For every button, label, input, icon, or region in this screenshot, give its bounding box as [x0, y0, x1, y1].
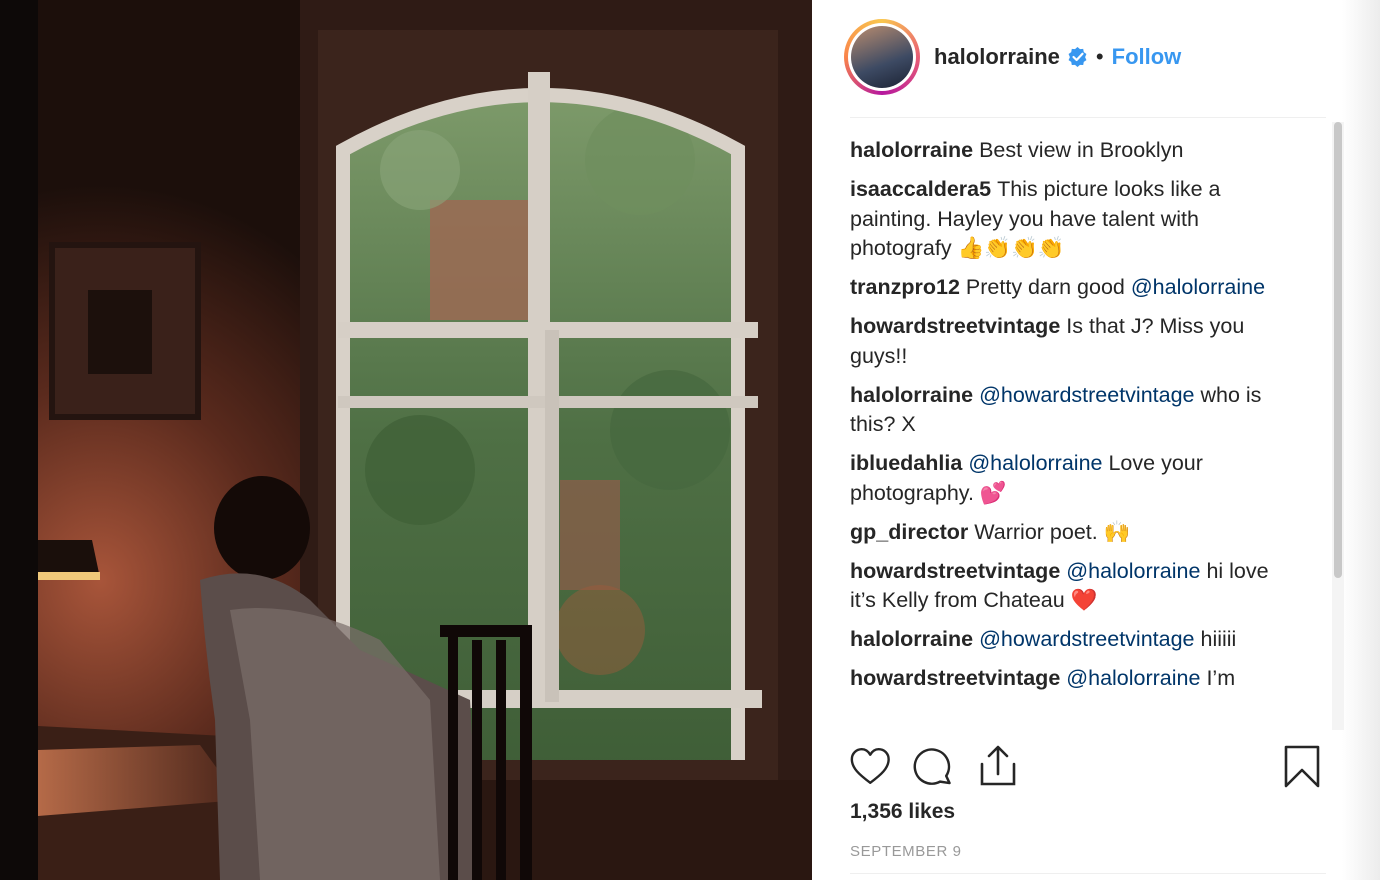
footer-divider — [850, 873, 1326, 874]
comment-username-link[interactable]: isaaccaldera5 — [850, 177, 991, 201]
comment-item: halolorraine @howardstreetvintage who is … — [850, 381, 1290, 440]
follow-button[interactable]: Follow — [1112, 44, 1182, 70]
story-ring[interactable] — [844, 19, 920, 95]
post-date[interactable]: SEPTEMBER 9 — [850, 843, 962, 860]
comment-item: tranzpro12 Pretty darn good @halolorraine — [850, 273, 1290, 303]
comment-username-link[interactable]: halolorraine — [850, 138, 973, 162]
comment-text: Pretty darn good — [965, 275, 1131, 299]
comment-item: howardstreetvintage @halolorraine I’m — [850, 664, 1290, 694]
post-photo-image — [0, 0, 812, 880]
heart-icon[interactable] — [850, 742, 894, 790]
comment-item: isaaccaldera5 This picture looks like a p… — [850, 175, 1290, 264]
comment-item: gp_director Warrior poet. 🙌 — [850, 518, 1290, 548]
post-header: halolorraine • Follow — [844, 18, 1314, 96]
header-divider — [850, 117, 1326, 118]
avatar[interactable] — [851, 26, 913, 88]
comment-mention-link[interactable]: @halolorraine — [1131, 275, 1265, 299]
comment-mention-link[interactable]: @howardstreetvintage — [979, 383, 1194, 407]
bookmark-icon[interactable] — [1280, 742, 1324, 790]
comment-mention-link[interactable]: @halolorraine — [1066, 559, 1200, 583]
comment-text: Best view in Brooklyn — [979, 138, 1184, 162]
comment-username-link[interactable]: ibluedahlia — [850, 451, 962, 475]
comment-username-link[interactable]: halolorraine — [850, 627, 973, 651]
avatar-border — [848, 23, 916, 91]
comment-item: howardstreetvintage Is that J? Miss you g… — [850, 312, 1290, 371]
comment-mention-link[interactable]: @halolorraine — [1066, 666, 1200, 690]
share-icon[interactable] — [976, 742, 1020, 790]
verified-badge-icon — [1068, 47, 1087, 67]
separator-dot: • — [1095, 44, 1104, 69]
comments-scrollbar-thumb[interactable] — [1334, 122, 1342, 578]
comment-username-link[interactable]: tranzpro12 — [850, 275, 960, 299]
comment-username-link[interactable]: howardstreetvintage — [850, 314, 1060, 338]
post-photo — [0, 0, 812, 880]
panel-edge-shade — [1342, 0, 1380, 880]
post-side-panel: halolorraine • Follow halolorraine Best v… — [812, 0, 1380, 880]
comment-text: I’m — [1200, 666, 1236, 690]
comment-mention-link[interactable]: @halolorraine — [968, 451, 1102, 475]
comment-item: howardstreetvintage @halolorraine hi love… — [850, 557, 1290, 616]
username-link[interactable]: halolorraine — [934, 44, 1060, 70]
comment-username-link[interactable]: halolorraine — [850, 383, 973, 407]
comment-text: hiiiii — [1194, 627, 1237, 651]
comment-bubble-icon[interactable] — [913, 742, 957, 790]
comments-list: halolorraine Best view in Brooklyn isaacca… — [850, 136, 1290, 730]
comment-item: ibluedahlia @halolorraine Love your photo… — [850, 449, 1290, 508]
comment-username-link[interactable]: howardstreetvintage — [850, 666, 1060, 690]
likes-count[interactable]: 1,356 likes — [850, 800, 955, 824]
comment-username-link[interactable]: howardstreetvintage — [850, 559, 1060, 583]
comment-mention-link[interactable]: @howardstreetvintage — [979, 627, 1194, 651]
comment-item: halolorraine @howardstreetvintage hiiiii — [850, 625, 1290, 655]
action-bar — [850, 742, 1320, 794]
comment-username-link[interactable]: gp_director — [850, 520, 968, 544]
comment-item: halolorraine Best view in Brooklyn — [850, 136, 1290, 166]
comment-text: Warrior poet. 🙌 — [974, 519, 1131, 544]
